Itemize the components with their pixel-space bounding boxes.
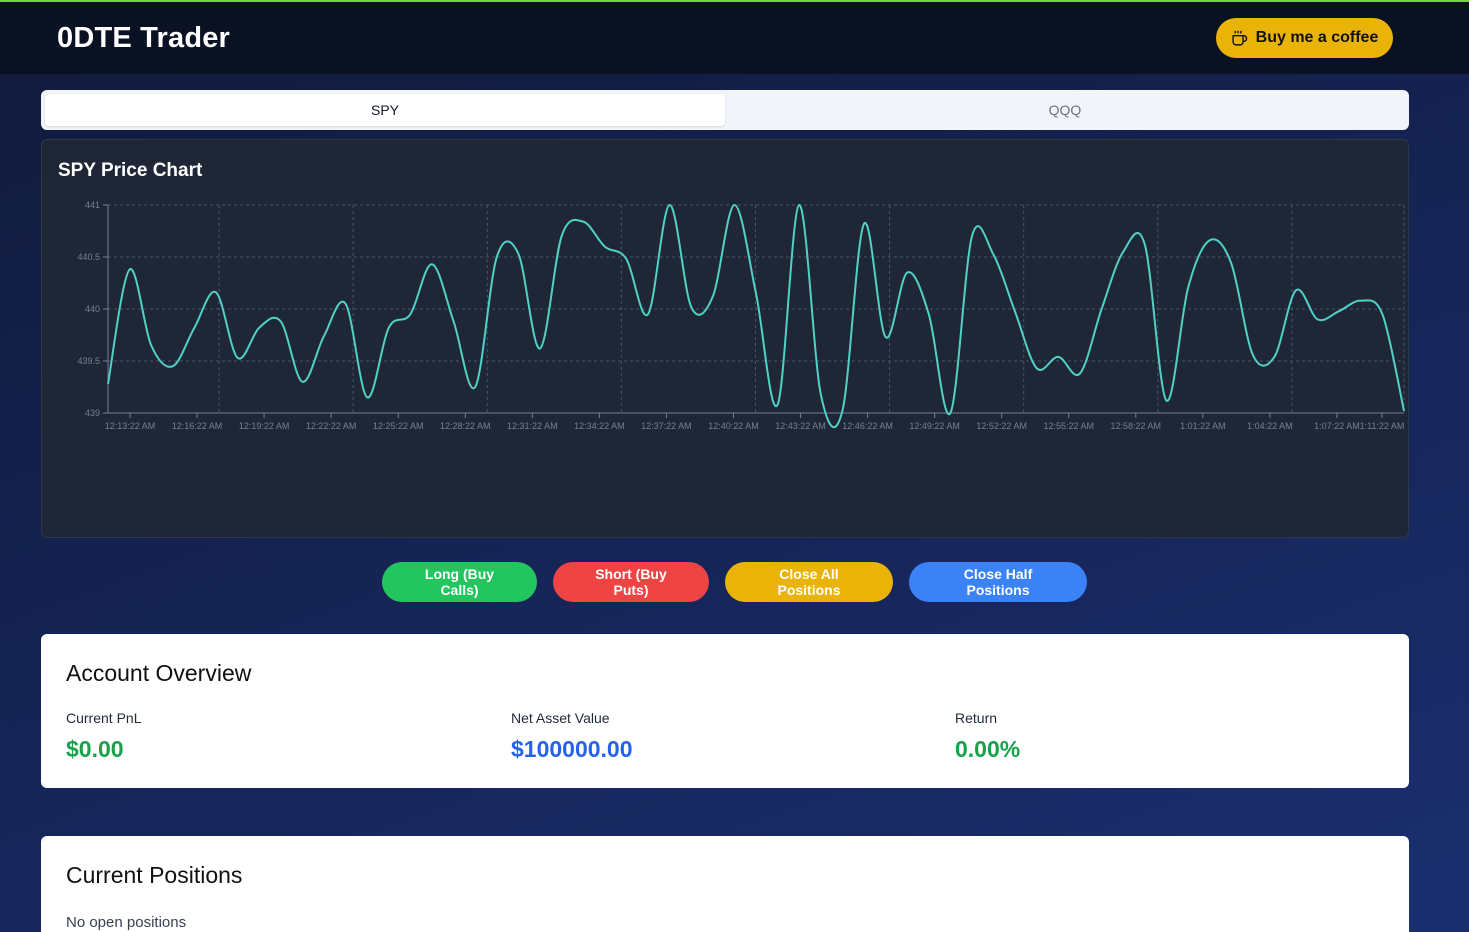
- tab-qqq[interactable]: QQQ: [725, 94, 1405, 126]
- y-tick-label: 439.5: [77, 356, 100, 366]
- x-tick-label: 12:28:22 AM: [440, 421, 491, 431]
- y-tick-label: 441: [85, 200, 100, 210]
- y-tick-label: 439: [85, 408, 100, 418]
- close-all-positions-button[interactable]: Close All Positions: [725, 562, 893, 602]
- return-label: Return: [955, 710, 998, 726]
- x-tick-label: 12:46:22 AM: [842, 421, 893, 431]
- x-tick-label: 12:31:22 AM: [507, 421, 558, 431]
- no-positions-message: No open positions: [66, 914, 187, 931]
- x-tick-label: 12:40:22 AM: [708, 421, 759, 431]
- coffee-button-label: Buy me a coffee: [1255, 29, 1379, 46]
- x-tick-label: 1:07:22 AM: [1314, 421, 1360, 431]
- x-tick-label: 12:34:22 AM: [574, 421, 625, 431]
- x-tick-label: 12:43:22 AM: [775, 421, 826, 431]
- x-tick-label: 12:16:22 AM: [172, 421, 223, 431]
- nav-stat: Net Asset Value $100000.00: [511, 710, 633, 763]
- pnl-value: $0.00: [66, 736, 124, 762]
- buy-me-a-coffee-button[interactable]: Buy me a coffee: [1216, 18, 1393, 58]
- x-tick-label: 1:04:22 AM: [1247, 421, 1293, 431]
- spy-price-line: [107, 203, 1405, 428]
- trade-actions: Long (Buy Calls) Short (Buy Puts) Close …: [0, 562, 1469, 602]
- x-tick-label: 12:13:22 AM: [105, 421, 156, 431]
- y-tick-label: 440.5: [77, 252, 100, 262]
- nav-label: Net Asset Value: [511, 710, 610, 726]
- current-positions-title: Current Positions: [66, 862, 243, 888]
- pnl-label: Current PnL: [66, 710, 142, 726]
- app-title: 0DTE Trader: [57, 22, 231, 54]
- symbol-tabs: SPY QQQ: [41, 90, 1409, 130]
- x-tick-label: 12:37:22 AM: [641, 421, 692, 431]
- long-buy-calls-button[interactable]: Long (Buy Calls): [382, 562, 537, 602]
- x-tick-label: 1:01:22 AM: [1180, 421, 1226, 431]
- x-tick-label: 12:25:22 AM: [373, 421, 424, 431]
- coffee-cup-icon: [1232, 30, 1247, 46]
- close-half-positions-button[interactable]: Close Half Positions: [909, 562, 1087, 602]
- x-tick-label: 12:55:22 AM: [1043, 421, 1094, 431]
- nav-value: $100000.00: [511, 736, 633, 762]
- pnl-stat: Current PnL $0.00: [66, 710, 141, 763]
- price-chart-card: SPY Price Chart 441 440.5 440 439.5 439 12:13…: [41, 139, 1409, 538]
- tab-spy[interactable]: SPY: [45, 94, 725, 126]
- x-tick-label: 12:49:22 AM: [909, 421, 960, 431]
- y-tick-label: 440: [85, 304, 100, 314]
- x-tick-label: 12:52:22 AM: [976, 421, 1027, 431]
- app-header: 0DTE Trader Buy me a coffee: [0, 2, 1469, 74]
- price-chart: 441 440.5 440 439.5 439 12:13:22 AM 12:16:22 A…: [77, 200, 1405, 431]
- current-positions-card: Current Positions No open positions: [41, 836, 1409, 932]
- account-overview-card: Account Overview Current PnL $0.00 Net A…: [41, 634, 1409, 788]
- x-tick-label: 12:19:22 AM: [239, 421, 290, 431]
- short-buy-puts-button[interactable]: Short (Buy Puts): [553, 562, 709, 602]
- return-value: 0.00%: [955, 736, 1021, 762]
- x-tick-label: 12:58:22 AM: [1111, 421, 1162, 431]
- x-tick-label: 1:11:22 AM: [1360, 421, 1405, 431]
- x-tick-label: 12:22:22 AM: [306, 421, 357, 431]
- return-stat: Return 0.00%: [955, 710, 1020, 763]
- account-overview-title: Account Overview: [66, 660, 252, 686]
